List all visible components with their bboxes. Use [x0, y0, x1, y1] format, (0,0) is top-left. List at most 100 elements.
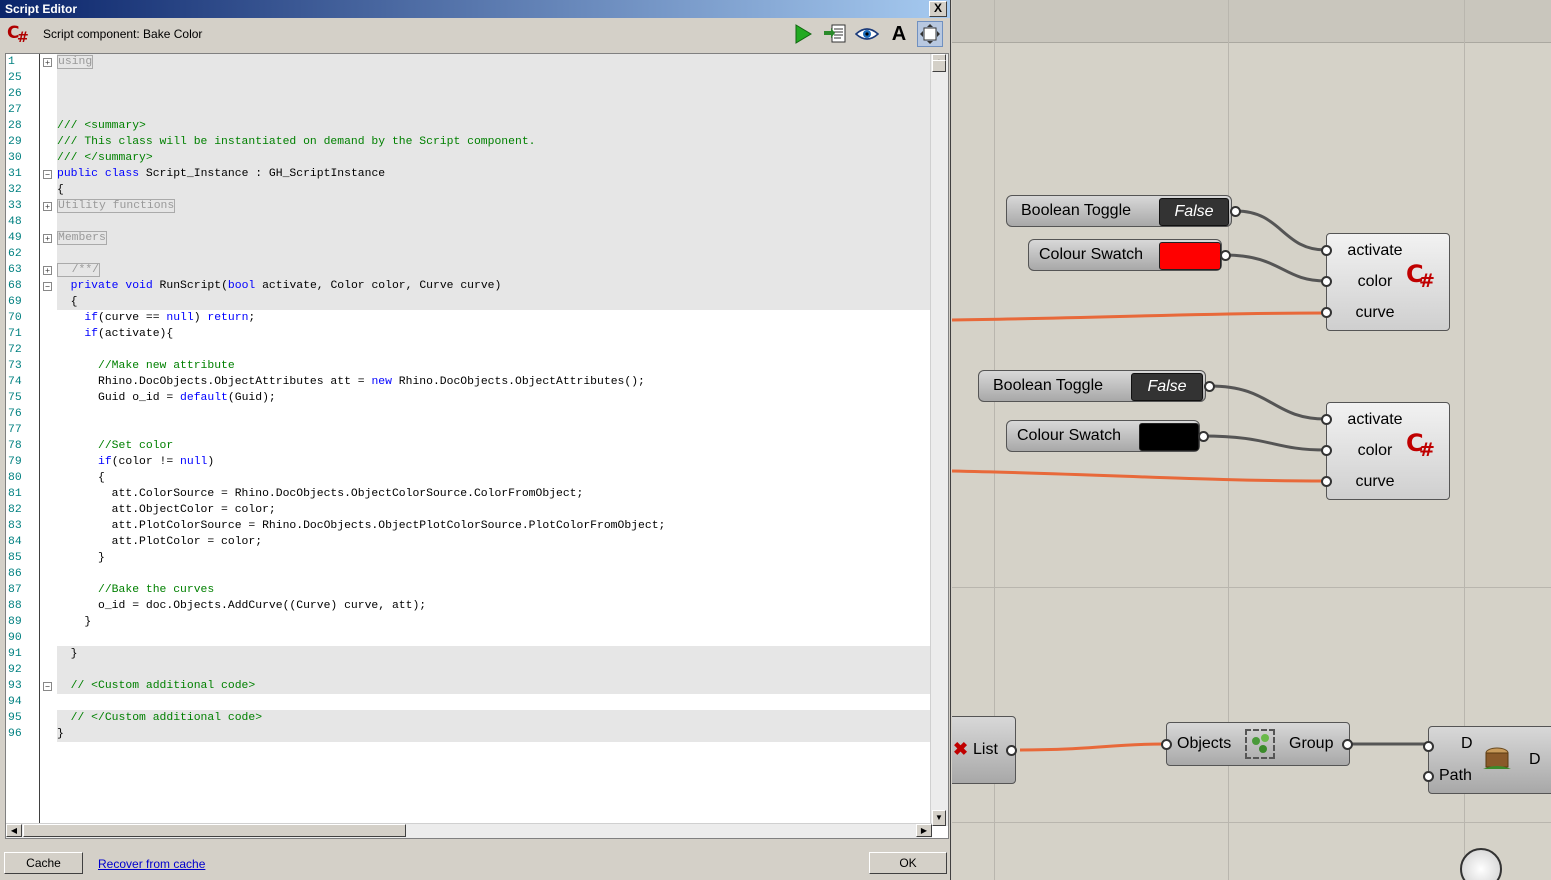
output-port[interactable] — [1204, 381, 1215, 392]
colour-swatch-1[interactable]: Colour Swatch — [1028, 239, 1231, 271]
scroll-right-icon[interactable]: ▶ — [916, 824, 932, 837]
line-number: 96 — [8, 728, 22, 740]
code-text: att.ObjectColor = color; — [57, 504, 276, 516]
vertical-scrollbar[interactable]: ▲ ▼ — [930, 54, 948, 826]
input-port[interactable] — [1321, 245, 1332, 256]
grasshopper-canvas[interactable]: Boolean Toggle False Colour Swatch activ… — [952, 0, 1551, 880]
input-curve[interactable]: curve — [1340, 304, 1410, 322]
colour-swatch-2[interactable]: Colour Swatch — [1006, 420, 1209, 452]
input-port[interactable] — [1423, 771, 1434, 782]
group-output-label: Group — [1289, 735, 1334, 752]
scroll-down-icon[interactable]: ▼ — [932, 810, 946, 826]
code-line: if(color != null) — [57, 454, 931, 470]
output-port[interactable] — [1006, 745, 1017, 756]
input-activate[interactable]: activate — [1340, 242, 1410, 260]
code-line — [57, 102, 931, 118]
line-number-gutter: 1 25 26 27 28 29 30 31 32 33 48 49 62 63 68 69 70 71 72 73 7… — [6, 54, 40, 826]
input-port[interactable] — [1321, 476, 1332, 487]
preview-eye-icon[interactable] — [854, 21, 880, 47]
line-number: 85 — [8, 552, 22, 564]
collapse-fold-icon[interactable]: − — [43, 170, 52, 179]
fold-margin: + − + + + − − — [40, 54, 57, 826]
code-content[interactable]: using /// <summary> /// This class will be… — [57, 54, 931, 826]
toggle-value[interactable]: False — [1159, 198, 1229, 226]
code-text: } — [57, 728, 64, 740]
data-tree-component[interactable]: D Path D — [1423, 726, 1551, 794]
line-number: 91 — [8, 648, 22, 660]
input-port[interactable] — [1321, 414, 1332, 425]
input-port[interactable] — [1423, 741, 1434, 752]
horizontal-scroll-thumb[interactable] — [23, 824, 406, 837]
line-number: 78 — [8, 440, 22, 452]
output-port[interactable] — [1198, 431, 1209, 442]
cache-button[interactable]: Cache — [4, 852, 83, 874]
expand-fold-icon[interactable]: + — [43, 234, 52, 243]
line-number: 31 — [8, 168, 22, 180]
input-curve[interactable]: curve — [1340, 473, 1410, 491]
boolean-toggle-1[interactable]: Boolean Toggle False — [1006, 195, 1241, 227]
line-number: 70 — [8, 312, 22, 324]
swatch-color[interactable] — [1159, 242, 1221, 270]
toggle-label: Boolean Toggle — [993, 377, 1104, 394]
boolean-toggle-2[interactable]: Boolean Toggle False — [978, 370, 1215, 402]
scroll-left-icon[interactable]: ◀ — [6, 824, 22, 837]
collapse-fold-icon[interactable]: − — [43, 682, 52, 691]
code-text: { — [57, 296, 78, 308]
code-line: } — [57, 550, 931, 566]
vertical-scroll-thumb[interactable] — [932, 60, 946, 72]
code-line: //Make new attribute — [57, 358, 931, 374]
line-number: 32 — [8, 184, 22, 196]
code-line: using — [57, 54, 931, 70]
ok-button[interactable]: OK — [869, 852, 947, 874]
list-component[interactable]: ✖ List — [952, 716, 1017, 784]
code-text: if(color != null) — [98, 456, 215, 468]
line-number: 1 — [8, 56, 15, 68]
apply-changes-icon[interactable] — [822, 21, 848, 47]
input-activate[interactable]: activate — [1340, 411, 1410, 429]
fit-window-icon[interactable] — [917, 21, 943, 47]
expand-fold-icon[interactable]: + — [43, 58, 52, 67]
expand-fold-icon[interactable]: + — [43, 266, 52, 275]
code-line — [57, 694, 931, 710]
csharp-component-1[interactable]: activate color curve C # — [1321, 233, 1450, 331]
code-text: //Set color — [57, 440, 174, 452]
expand-fold-icon[interactable]: + — [43, 202, 52, 211]
code-text: Members — [57, 231, 107, 245]
input-port[interactable] — [1161, 739, 1172, 750]
code-editor[interactable]: 1 25 26 27 28 29 30 31 32 33 48 49 62 63 68 69 70 71 72 73 7… — [5, 53, 949, 839]
output-port[interactable] — [1230, 206, 1241, 217]
script-editor-window: Script Editor X C # Script component: Bak… — [0, 0, 951, 880]
code-text: att.PlotColor = color; — [57, 536, 263, 548]
code-line: Utility functions — [57, 198, 931, 214]
input-color[interactable]: color — [1340, 273, 1410, 291]
line-number: 27 — [8, 104, 22, 116]
line-number: 62 — [8, 248, 22, 260]
collapse-fold-icon[interactable]: − — [43, 282, 52, 291]
swatch-label: Colour Swatch — [1017, 427, 1122, 444]
code-text: if(curve == null) return; — [84, 312, 256, 324]
font-icon[interactable]: A — [886, 21, 912, 47]
horizontal-scrollbar[interactable]: ◀ ▶ — [6, 823, 932, 838]
group-component[interactable]: Objects Group — [1161, 722, 1353, 766]
input-port[interactable] — [1321, 445, 1332, 456]
input-port[interactable] — [1321, 276, 1332, 287]
code-text: o_id = doc.Objects.AddCurve((Curve) curv… — [57, 600, 427, 612]
output-port[interactable] — [1220, 250, 1231, 261]
code-text: Rhino.DocObjects.ObjectAttributes att = … — [57, 376, 645, 388]
line-number: 74 — [8, 376, 22, 388]
code-line: { — [57, 294, 931, 310]
swatch-color[interactable] — [1139, 423, 1199, 451]
code-text: // </Custom additional code> — [57, 712, 263, 724]
csharp-component-2[interactable]: activate color curve C # — [1321, 402, 1450, 500]
code-text: att.PlotColorSource = Rhino.DocObjects.O… — [57, 520, 666, 532]
component-title: Script component: Bake Color — [43, 27, 203, 41]
wire-orange — [952, 311, 1327, 322]
toggle-value[interactable]: False — [1131, 373, 1203, 401]
input-port[interactable] — [1321, 307, 1332, 318]
recover-from-cache-link[interactable]: Recover from cache — [98, 857, 205, 871]
run-icon[interactable] — [790, 21, 816, 47]
close-button[interactable]: X — [929, 1, 947, 17]
input-color[interactable]: color — [1340, 442, 1410, 460]
output-port[interactable] — [1342, 739, 1353, 750]
line-number: 89 — [8, 616, 22, 628]
